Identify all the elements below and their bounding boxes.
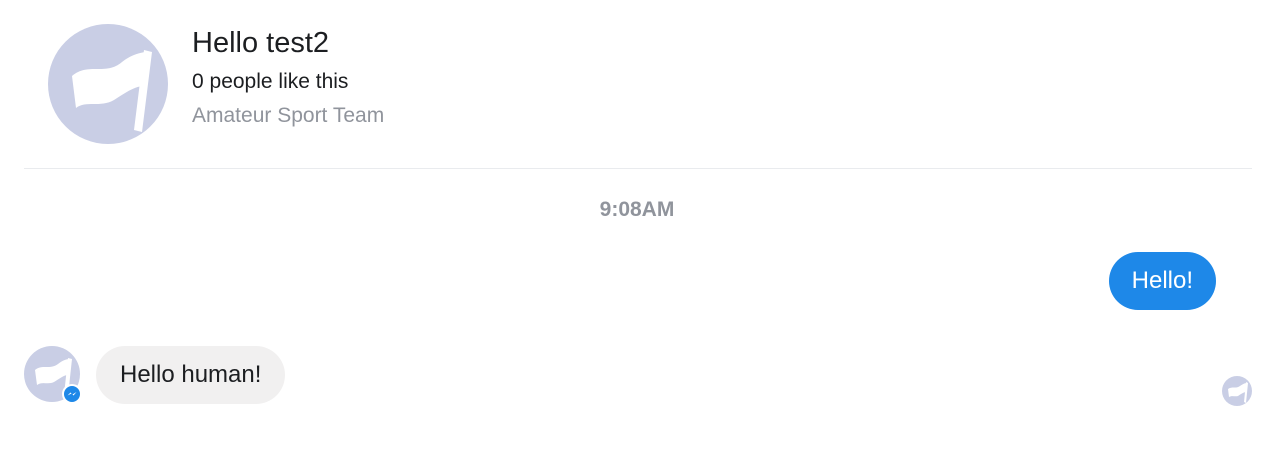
header-divider: [24, 168, 1252, 169]
outgoing-message-bubble[interactable]: Hello!: [1108, 252, 1216, 310]
messenger-icon: [64, 386, 80, 402]
incoming-message-bubble[interactable]: Hello human!: [96, 346, 286, 404]
page-avatar[interactable]: [48, 24, 168, 144]
sender-avatar[interactable]: [24, 346, 82, 404]
seen-indicator-avatar: [1222, 376, 1252, 406]
page-category: Amateur Sport Team: [192, 104, 385, 127]
page-likes-count: 0 people like this: [192, 70, 349, 93]
message-timestamp: 9:08AM: [599, 198, 675, 221]
page-header: Hello test2 0 people like this Amateur S…: [0, 0, 1274, 170]
messenger-chat-preview: Hello test2 0 people like this Amateur S…: [0, 0, 1274, 460]
flag-icon: [1228, 382, 1248, 403]
page-title[interactable]: Hello test2: [192, 24, 329, 62]
flag-icon: [72, 50, 152, 132]
messenger-badge: [62, 384, 82, 404]
